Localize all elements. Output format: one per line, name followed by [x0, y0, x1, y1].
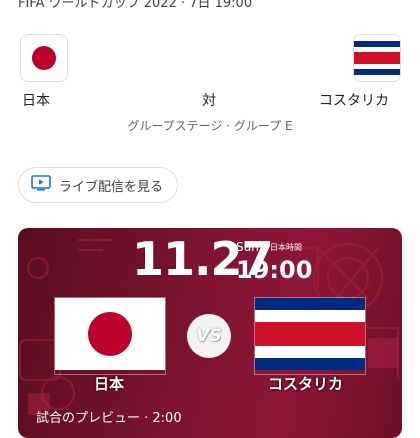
timezone-label: 日本時間: [270, 243, 302, 252]
match-day-of-week: Sun: [236, 240, 259, 254]
watch-live-label: ライブ配信を見る: [59, 179, 164, 195]
away-team-name[interactable]: コスタリカ: [319, 90, 389, 110]
vs-label: 対: [202, 93, 216, 109]
preview-caption: 試合のプレビュー · 2:00: [36, 411, 182, 426]
competition-header: FIFA ワールドカップ 2022 · 7日 19:00: [18, 0, 253, 11]
live-tv-icon: [31, 175, 51, 195]
match-time: 19:00: [236, 256, 313, 284]
banner-away-name: コスタリカ: [268, 375, 344, 393]
home-team-name[interactable]: 日本: [22, 90, 50, 110]
costa-rica-flag-large: [255, 298, 365, 374]
vs-badge: VS: [187, 314, 231, 358]
banner-home-name: 日本: [94, 375, 125, 393]
away-team-flag[interactable]: [353, 34, 401, 82]
match-preview-banner[interactable]: 11.27 Sun 日本時間 19:00 VS 日本 コスタリカ 試合のプレビュ…: [18, 228, 402, 438]
japan-flag-large: [55, 298, 165, 374]
home-team-flag[interactable]: [20, 34, 68, 82]
group-stage-label: グループステージ · グループ E: [127, 119, 293, 133]
watch-live-button[interactable]: ライブ配信を見る: [18, 167, 178, 203]
